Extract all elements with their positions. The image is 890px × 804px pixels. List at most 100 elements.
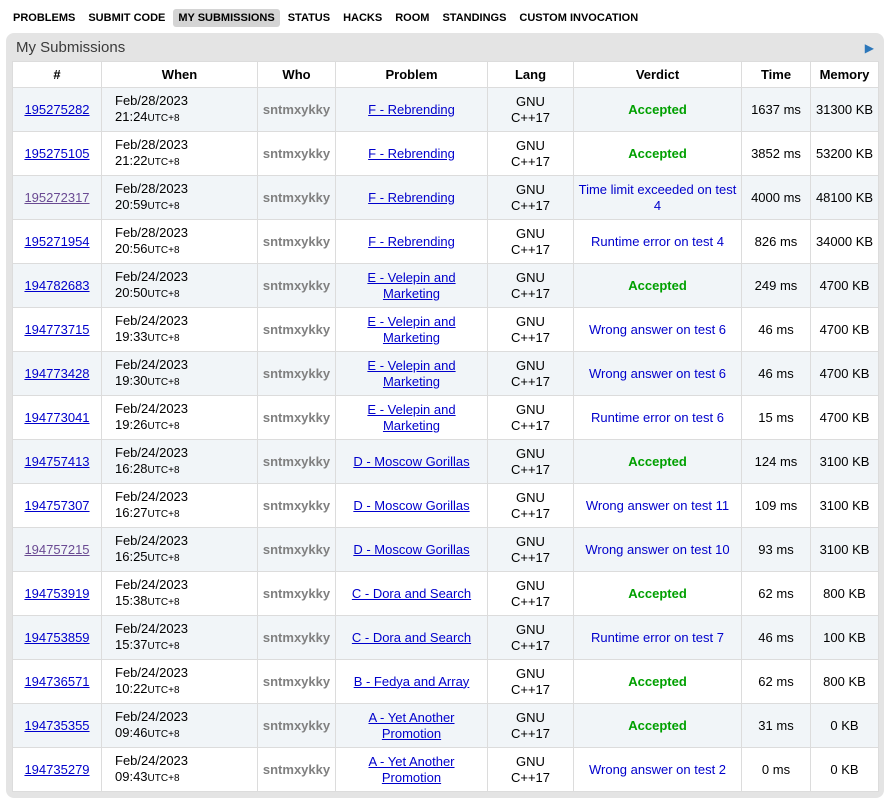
- submission-id-link[interactable]: 195275105: [24, 146, 89, 161]
- table-row: 194753919 Feb/24/2023 15:38UTC+8 sntmxyk…: [13, 572, 879, 616]
- user-link[interactable]: sntmxykky: [263, 630, 330, 645]
- timezone-label: UTC+8: [148, 333, 180, 344]
- problem-link[interactable]: F - Rebrending: [368, 190, 455, 205]
- problem-link[interactable]: D - Moscow Gorillas: [353, 454, 469, 469]
- lang-cell: GNU C++17: [488, 528, 574, 572]
- submission-id-link[interactable]: 194757307: [24, 498, 89, 513]
- submission-date: Feb/28/2023: [115, 137, 188, 152]
- table-row: 194757307 Feb/24/2023 16:27UTC+8 sntmxyk…: [13, 484, 879, 528]
- problem-link[interactable]: F - Rebrending: [368, 146, 455, 161]
- nav-item-hacks[interactable]: HACKS: [338, 9, 387, 27]
- nav-item-submit-code[interactable]: SUBMIT CODE: [83, 9, 170, 27]
- submission-id-cell: 194782683: [13, 264, 102, 308]
- verdict-text: Runtime error on test 4: [591, 234, 724, 249]
- verdict-cell: Accepted: [574, 572, 742, 616]
- problem-link[interactable]: E - Velepin and Marketing: [367, 358, 455, 389]
- submission-date: Feb/24/2023: [115, 709, 188, 724]
- problem-link[interactable]: E - Velepin and Marketing: [367, 270, 455, 301]
- submission-id-cell: 194773715: [13, 308, 102, 352]
- problem-link[interactable]: C - Dora and Search: [352, 630, 471, 645]
- user-link[interactable]: sntmxykky: [263, 366, 330, 381]
- problem-link[interactable]: C - Dora and Search: [352, 586, 471, 601]
- time-cell: 46 ms: [742, 352, 811, 396]
- submission-id-link[interactable]: 194735355: [24, 718, 89, 733]
- memory-cell: 31300 KB: [811, 88, 879, 132]
- problem-link[interactable]: A - Yet Another Promotion: [368, 754, 454, 785]
- user-link[interactable]: sntmxykky: [263, 454, 330, 469]
- problem-link[interactable]: F - Rebrending: [368, 102, 455, 117]
- problem-link[interactable]: B - Fedya and Array: [354, 674, 470, 689]
- language-label: GNU C++17: [507, 226, 555, 258]
- problem-link[interactable]: F - Rebrending: [368, 234, 455, 249]
- memory-cell: 4700 KB: [811, 396, 879, 440]
- nav-item-problems[interactable]: PROBLEMS: [8, 9, 80, 27]
- timezone-label: UTC+8: [148, 729, 180, 740]
- submission-id-link[interactable]: 194773715: [24, 322, 89, 337]
- submission-id-link[interactable]: 194782683: [24, 278, 89, 293]
- problem-cell: C - Dora and Search: [336, 616, 488, 660]
- user-link[interactable]: sntmxykky: [263, 542, 330, 557]
- when-cell: Feb/24/2023 15:37UTC+8: [102, 616, 258, 660]
- memory-cell: 53200 KB: [811, 132, 879, 176]
- verdict-cell: Runtime error on test 4: [574, 220, 742, 264]
- user-link[interactable]: sntmxykky: [263, 102, 330, 117]
- verdict-text: Accepted: [628, 102, 687, 117]
- nav-item-room[interactable]: ROOM: [390, 9, 434, 27]
- verdict-cell: Accepted: [574, 704, 742, 748]
- column-header-time: Time: [742, 62, 811, 88]
- user-link[interactable]: sntmxykky: [263, 322, 330, 337]
- problem-link[interactable]: E - Velepin and Marketing: [367, 314, 455, 345]
- problem-link[interactable]: A - Yet Another Promotion: [368, 710, 454, 741]
- lang-cell: GNU C++17: [488, 748, 574, 792]
- submission-time: 19:33: [115, 329, 148, 344]
- submission-id-link[interactable]: 195271954: [24, 234, 89, 249]
- lang-cell: GNU C++17: [488, 352, 574, 396]
- submission-id-link[interactable]: 194773428: [24, 366, 89, 381]
- user-link[interactable]: sntmxykky: [263, 674, 330, 689]
- memory-cell: 3100 KB: [811, 528, 879, 572]
- user-link[interactable]: sntmxykky: [263, 410, 330, 425]
- submission-id-link[interactable]: 194757413: [24, 454, 89, 469]
- nav-item-standings[interactable]: STANDINGS: [437, 9, 511, 27]
- submission-id-link[interactable]: 194735279: [24, 762, 89, 777]
- user-link[interactable]: sntmxykky: [263, 762, 330, 777]
- submission-id-link[interactable]: 194773041: [24, 410, 89, 425]
- user-link[interactable]: sntmxykky: [263, 718, 330, 733]
- when-cell: Feb/24/2023 19:26UTC+8: [102, 396, 258, 440]
- who-cell: sntmxykky: [258, 616, 336, 660]
- time-cell: 109 ms: [742, 484, 811, 528]
- nav-item-my-submissions[interactable]: MY SUBMISSIONS: [173, 9, 279, 27]
- submission-date: Feb/28/2023: [115, 225, 188, 240]
- submission-id-link[interactable]: 195272317: [24, 190, 89, 205]
- submission-id-cell: 194757413: [13, 440, 102, 484]
- time-cell: 1637 ms: [742, 88, 811, 132]
- panel-arrow-icon[interactable]: ▶: [865, 42, 874, 54]
- user-link[interactable]: sntmxykky: [263, 278, 330, 293]
- user-link[interactable]: sntmxykky: [263, 234, 330, 249]
- nav-item-status[interactable]: STATUS: [283, 9, 335, 27]
- user-link[interactable]: sntmxykky: [263, 146, 330, 161]
- submissions-panel: My Submissions ▶ #WhenWhoProblemLangVerd…: [6, 33, 884, 798]
- time-cell: 93 ms: [742, 528, 811, 572]
- time-cell: 249 ms: [742, 264, 811, 308]
- timezone-label: UTC+8: [148, 201, 180, 212]
- timezone-label: UTC+8: [148, 773, 180, 784]
- submission-id-link[interactable]: 194753919: [24, 586, 89, 601]
- user-link[interactable]: sntmxykky: [263, 190, 330, 205]
- problem-link[interactable]: E - Velepin and Marketing: [367, 402, 455, 433]
- time-cell: 31 ms: [742, 704, 811, 748]
- problem-link[interactable]: D - Moscow Gorillas: [353, 542, 469, 557]
- user-link[interactable]: sntmxykky: [263, 586, 330, 601]
- timezone-label: UTC+8: [148, 421, 180, 432]
- verdict-cell: Wrong answer on test 2: [574, 748, 742, 792]
- problem-link[interactable]: D - Moscow Gorillas: [353, 498, 469, 513]
- submission-id-link[interactable]: 194736571: [24, 674, 89, 689]
- user-link[interactable]: sntmxykky: [263, 498, 330, 513]
- submission-id-link[interactable]: 194757215: [24, 542, 89, 557]
- nav-item-custom-invocation[interactable]: CUSTOM INVOCATION: [514, 9, 643, 27]
- submission-id-link[interactable]: 195275282: [24, 102, 89, 117]
- submission-id-cell: 194735279: [13, 748, 102, 792]
- verdict-text: Wrong answer on test 2: [589, 762, 726, 777]
- column-header-memory: Memory: [811, 62, 879, 88]
- submission-id-link[interactable]: 194753859: [24, 630, 89, 645]
